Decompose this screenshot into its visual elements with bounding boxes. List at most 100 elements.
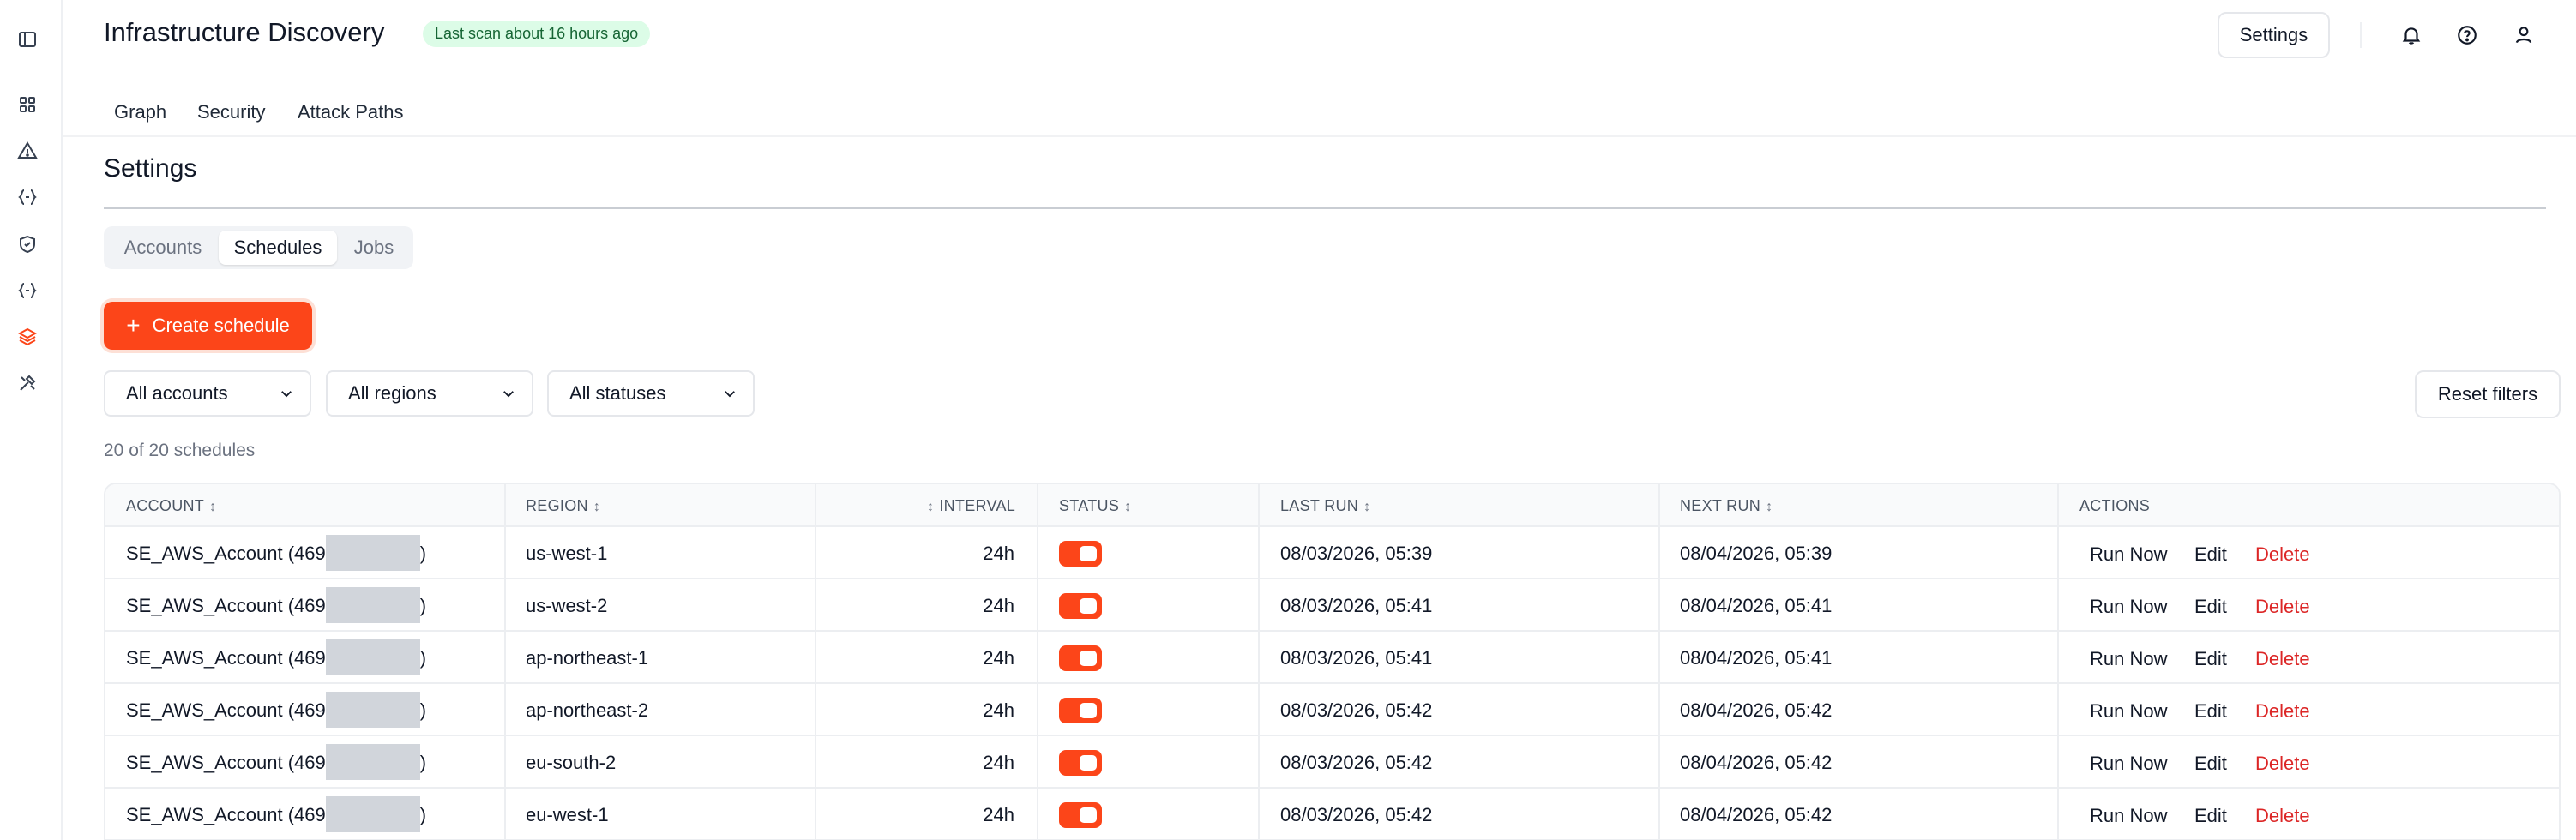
column-header-status[interactable]: STATUS ↕ bbox=[1059, 484, 1131, 527]
region-cell: eu-south-2 bbox=[526, 752, 617, 773]
segment-jobs[interactable]: Jobs bbox=[339, 231, 409, 265]
last-run-cell: 08/03/2026, 05:41 bbox=[1280, 595, 1433, 616]
settings-button[interactable]: Settings bbox=[2218, 12, 2330, 58]
column-header-actions: ACTIONS bbox=[2079, 497, 2151, 514]
region-filter-value: All regions bbox=[348, 382, 436, 404]
run-now-button[interactable]: Run Now bbox=[2090, 736, 2167, 789]
account-cell: SE_AWS_Account (469) bbox=[126, 684, 426, 736]
account-cell: SE_AWS_Account (469) bbox=[126, 736, 426, 789]
tab-graph[interactable]: Graph bbox=[114, 101, 166, 123]
edit-button[interactable]: Edit bbox=[2194, 632, 2227, 684]
sort-icon: ↕ bbox=[593, 500, 601, 514]
sort-icon: ↕ bbox=[927, 500, 935, 514]
status-toggle[interactable] bbox=[1059, 593, 1102, 619]
table-row: SE_AWS_Account (469) us-west-1 24h 08/03/20… bbox=[105, 527, 2559, 579]
tab-security[interactable]: Security bbox=[197, 101, 265, 123]
edit-button[interactable]: Edit bbox=[2194, 527, 2227, 579]
delete-button[interactable]: Delete bbox=[2255, 527, 2310, 579]
bell-icon[interactable] bbox=[2395, 19, 2428, 51]
tab-attack-paths[interactable]: Attack Paths bbox=[298, 101, 404, 123]
table-row: SE_AWS_Account (469) eu-south-2 24h 08/03/2… bbox=[105, 736, 2559, 789]
reset-filters-button[interactable]: Reset filters bbox=[2415, 370, 2561, 418]
edit-button[interactable]: Edit bbox=[2194, 736, 2227, 789]
column-header-last-run[interactable]: LAST RUN ↕ bbox=[1280, 484, 1370, 527]
dashboard-grid-icon[interactable] bbox=[17, 94, 38, 115]
status-toggle[interactable] bbox=[1059, 750, 1102, 776]
segment-schedules[interactable]: Schedules bbox=[219, 231, 337, 265]
redacted-account-id bbox=[325, 744, 420, 781]
page-title: Settings bbox=[104, 154, 197, 183]
edit-button[interactable]: Edit bbox=[2194, 684, 2227, 736]
chevron-down-icon bbox=[725, 391, 735, 398]
column-header-interval[interactable]: ↕ INTERVAL bbox=[927, 484, 1015, 527]
next-run-cell: 08/04/2026, 05:39 bbox=[1680, 543, 1833, 564]
schedules-table: ACCOUNT ↕ REGION ↕ ↕ INTERVAL STATUS ↕ LAST … bbox=[104, 483, 2561, 840]
schedule-count: 20 of 20 schedules bbox=[104, 441, 256, 460]
account-filter-select[interactable]: All accounts bbox=[104, 370, 311, 417]
account-cell: SE_AWS_Account (469) bbox=[126, 527, 426, 579]
header-divider bbox=[2360, 22, 2362, 48]
delete-button[interactable]: Delete bbox=[2255, 736, 2310, 789]
edit-button[interactable]: Edit bbox=[2194, 789, 2227, 840]
region-cell: ap-northeast-1 bbox=[526, 647, 649, 669]
redacted-account-id bbox=[325, 535, 420, 572]
status-toggle[interactable] bbox=[1059, 541, 1102, 567]
code-braces-icon[interactable] bbox=[17, 280, 38, 301]
delete-button[interactable]: Delete bbox=[2255, 789, 2310, 840]
delete-button[interactable]: Delete bbox=[2255, 632, 2310, 684]
delete-button[interactable]: Delete bbox=[2255, 579, 2310, 632]
run-now-button[interactable]: Run Now bbox=[2090, 684, 2167, 736]
warning-triangle-icon[interactable] bbox=[17, 141, 38, 161]
page-title-divider bbox=[104, 207, 2546, 209]
region-cell: eu-west-1 bbox=[526, 804, 609, 825]
run-now-button[interactable]: Run Now bbox=[2090, 789, 2167, 840]
sort-icon: ↕ bbox=[209, 500, 217, 514]
run-now-button[interactable]: Run Now bbox=[2090, 527, 2167, 579]
redacted-account-id bbox=[325, 587, 420, 624]
last-run-cell: 08/03/2026, 05:42 bbox=[1280, 699, 1433, 721]
create-schedule-label: Create schedule bbox=[152, 315, 290, 336]
user-icon[interactable] bbox=[2507, 19, 2540, 51]
code-braces-icon[interactable] bbox=[17, 187, 38, 207]
sort-icon: ↕ bbox=[1124, 500, 1132, 514]
status-toggle[interactable] bbox=[1059, 802, 1102, 828]
last-scan-badge: Last scan about 16 hours ago bbox=[423, 21, 651, 47]
column-header-account[interactable]: ACCOUNT ↕ bbox=[126, 484, 216, 527]
redacted-account-id bbox=[325, 796, 420, 833]
app-title: Infrastructure Discovery bbox=[104, 17, 385, 47]
help-circle-icon[interactable] bbox=[2451, 19, 2483, 51]
table-row: SE_AWS_Account (469) ap-northeast-1 24h 08/… bbox=[105, 632, 2559, 684]
last-run-cell: 08/03/2026, 05:39 bbox=[1280, 543, 1433, 564]
interval-cell: 24h bbox=[983, 752, 1014, 773]
last-run-cell: 08/03/2026, 05:42 bbox=[1280, 752, 1433, 773]
region-filter-select[interactable]: All regions bbox=[326, 370, 533, 417]
column-header-next-run[interactable]: NEXT RUN ↕ bbox=[1680, 484, 1773, 527]
next-run-cell: 08/04/2026, 05:41 bbox=[1680, 595, 1833, 616]
run-now-button[interactable]: Run Now bbox=[2090, 579, 2167, 632]
table-header: ACCOUNT ↕ REGION ↕ ↕ INTERVAL STATUS ↕ LAST … bbox=[105, 484, 2559, 527]
status-filter-value: All statuses bbox=[569, 382, 666, 404]
tabs-divider bbox=[63, 135, 2576, 137]
chevron-down-icon bbox=[281, 391, 292, 398]
sort-icon: ↕ bbox=[1766, 500, 1773, 514]
status-toggle[interactable] bbox=[1059, 698, 1102, 723]
run-now-button[interactable]: Run Now bbox=[2090, 632, 2167, 684]
delete-button[interactable]: Delete bbox=[2255, 684, 2310, 736]
interval-cell: 24h bbox=[983, 647, 1014, 669]
account-cell: SE_AWS_Account (469) bbox=[126, 789, 426, 840]
segment-accounts[interactable]: Accounts bbox=[109, 231, 217, 265]
status-filter-select[interactable]: All statuses bbox=[547, 370, 755, 417]
create-schedule-button[interactable]: + Create schedule bbox=[104, 302, 312, 350]
status-toggle[interactable] bbox=[1059, 645, 1102, 671]
next-run-cell: 08/04/2026, 05:41 bbox=[1680, 647, 1833, 669]
table-row: SE_AWS_Account (469) eu-west-1 24h 08/03/20… bbox=[105, 789, 2559, 840]
last-run-cell: 08/03/2026, 05:42 bbox=[1280, 804, 1433, 825]
column-header-region[interactable]: REGION ↕ bbox=[526, 484, 600, 527]
edit-button[interactable]: Edit bbox=[2194, 579, 2227, 632]
layers-icon[interactable] bbox=[17, 327, 38, 347]
tools-icon[interactable] bbox=[17, 373, 38, 393]
shield-icon[interactable] bbox=[17, 234, 38, 255]
left-rail bbox=[0, 0, 63, 840]
account-cell: SE_AWS_Account (469) bbox=[126, 579, 426, 632]
panel-toggle-icon[interactable] bbox=[17, 29, 38, 50]
